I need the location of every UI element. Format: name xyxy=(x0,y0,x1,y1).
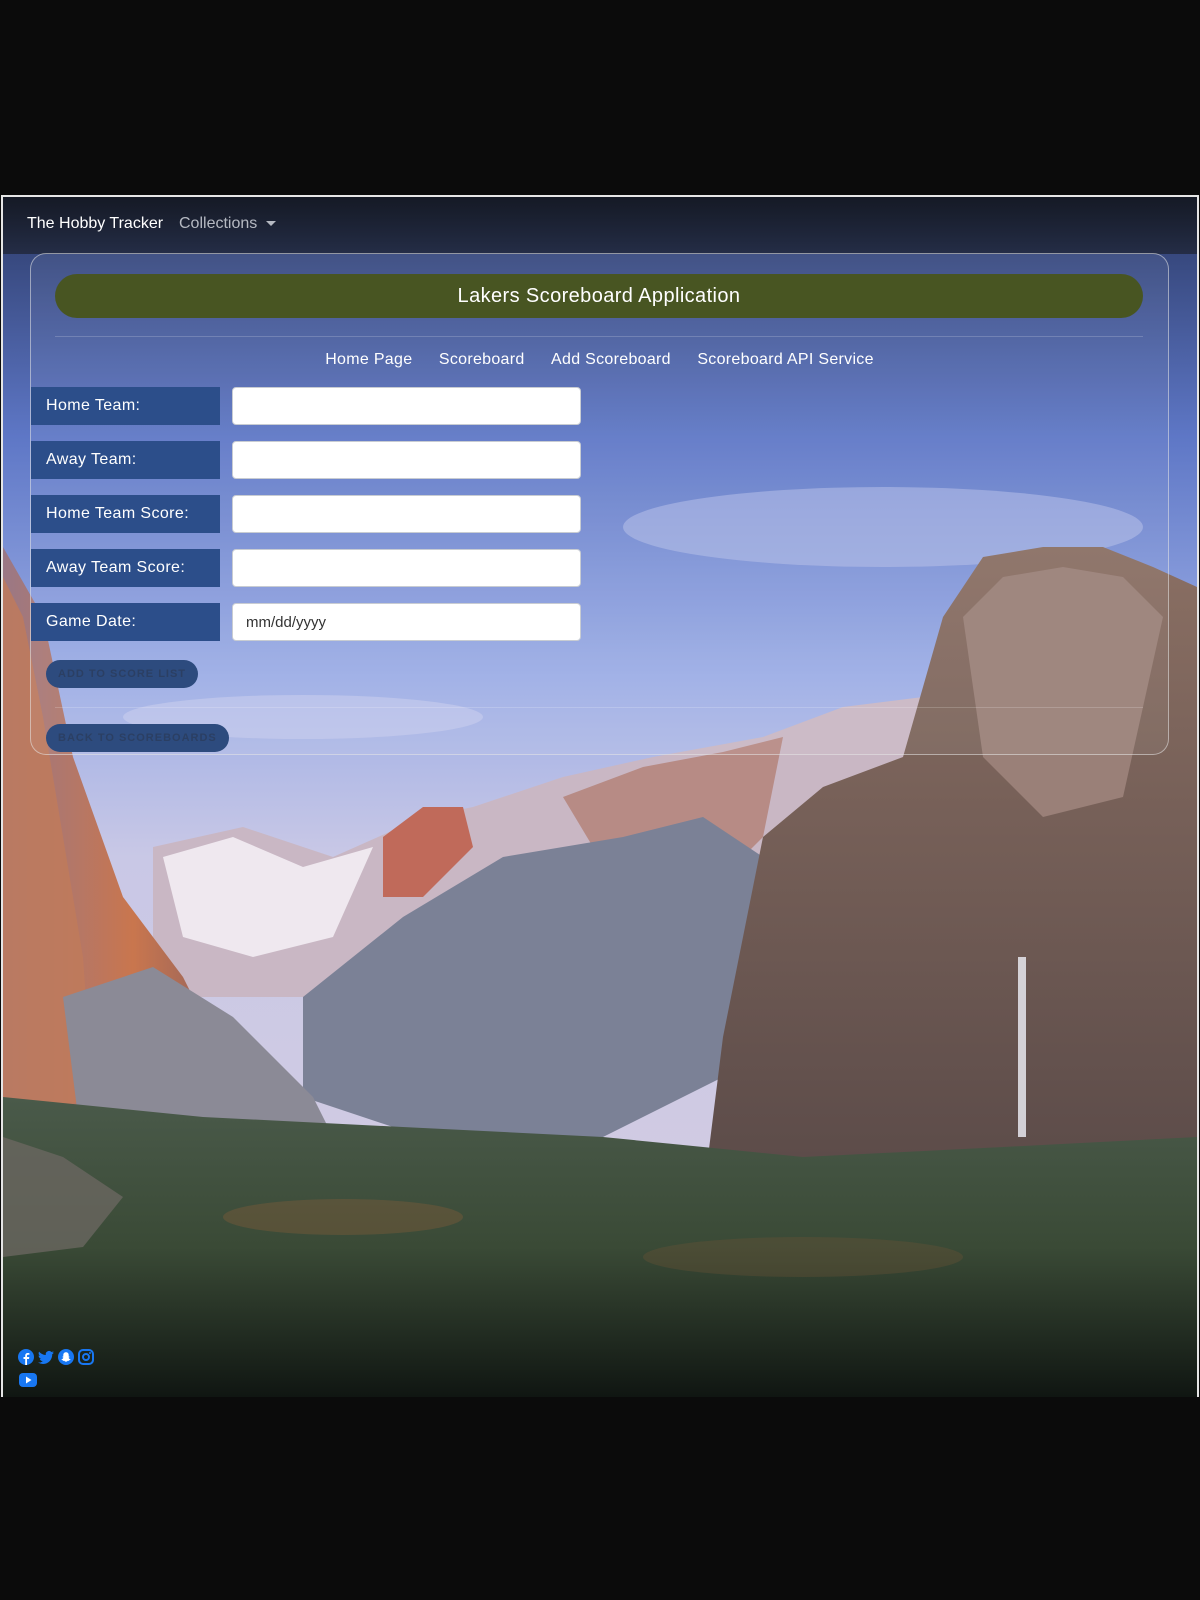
twitter-icon[interactable] xyxy=(38,1349,54,1365)
home-team-input[interactable] xyxy=(232,387,581,425)
away-team-score-input[interactable] xyxy=(232,549,581,587)
back-to-scoreboards-button[interactable]: BACK TO SCOREBOARDS xyxy=(46,724,229,752)
card-nav-links: Home Page Scoreboard Add Scoreboard Scor… xyxy=(31,351,1168,369)
navbar: The Hobby Tracker Collections xyxy=(3,197,1197,254)
away-team-input[interactable] xyxy=(232,441,581,479)
add-to-score-list-button[interactable]: ADD TO SCORE LIST xyxy=(46,660,199,688)
game-date-input[interactable] xyxy=(232,603,581,641)
snapchat-icon[interactable] xyxy=(58,1349,74,1365)
away-team-label: Away Team: xyxy=(31,441,220,479)
scoreboard-card: Lakers Scoreboard Application Home Page … xyxy=(30,253,1169,755)
form-row-home-team-score: Home Team Score: xyxy=(31,495,631,533)
nav-link-scoreboard[interactable]: Scoreboard xyxy=(439,351,525,368)
instagram-icon[interactable] xyxy=(78,1349,94,1365)
form-row-away-team-score: Away Team Score: xyxy=(31,549,631,587)
divider xyxy=(55,336,1143,337)
home-team-score-label: Home Team Score: xyxy=(31,495,220,533)
home-team-label: Home Team: xyxy=(31,387,220,425)
page-title: Lakers Scoreboard Application xyxy=(55,274,1143,318)
facebook-icon[interactable] xyxy=(18,1349,34,1365)
form-row-home-team: Home Team: xyxy=(31,387,631,425)
nav-link-scoreboard-api-service[interactable]: Scoreboard API Service xyxy=(697,351,873,368)
away-team-score-label: Away Team Score: xyxy=(31,549,220,587)
youtube-icon[interactable] xyxy=(19,1373,37,1387)
game-date-label: Game Date: xyxy=(31,603,220,641)
browser-viewport: The Hobby Tracker Collections Lakers Sco… xyxy=(1,195,1199,1397)
nav-link-home-page[interactable]: Home Page xyxy=(325,351,412,368)
collections-dropdown[interactable]: Collections xyxy=(179,215,277,233)
nav-link-add-scoreboard[interactable]: Add Scoreboard xyxy=(551,351,671,368)
brand-link[interactable]: The Hobby Tracker xyxy=(27,215,163,233)
chevron-down-icon xyxy=(266,221,277,227)
form-row-away-team: Away Team: xyxy=(31,441,631,479)
divider xyxy=(55,707,1143,708)
form-row-game-date: Game Date: xyxy=(31,603,631,641)
collections-dropdown-label: Collections xyxy=(179,215,258,232)
home-team-score-input[interactable] xyxy=(232,495,581,533)
